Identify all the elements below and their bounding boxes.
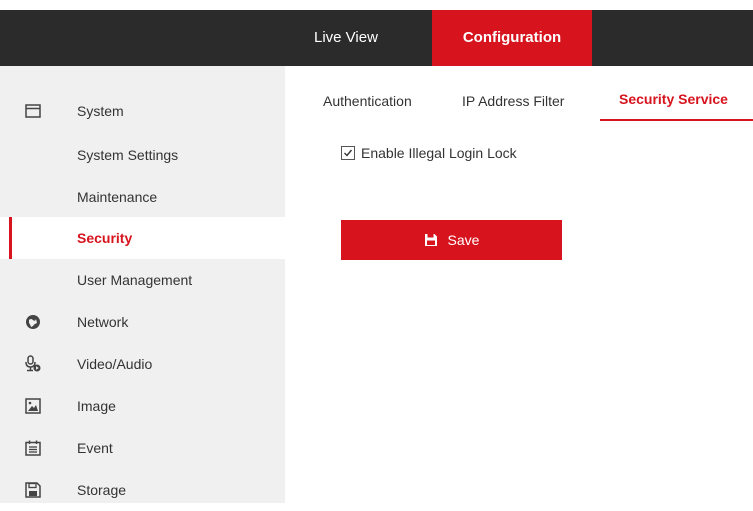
sidebar-item-maintenance[interactable]: Maintenance — [0, 176, 285, 218]
sidebar-item-storage[interactable]: Storage — [0, 469, 285, 511]
sidebar-item-label: User Management — [77, 272, 193, 288]
globe-icon — [25, 314, 41, 330]
sidebar-item-system[interactable]: System — [0, 90, 285, 132]
top-nav: Live View Configuration — [296, 10, 592, 66]
storage-icon — [25, 482, 41, 498]
save-icon — [424, 233, 438, 247]
system-icon — [25, 103, 41, 119]
calendar-icon — [25, 440, 41, 456]
save-button[interactable]: Save — [341, 220, 562, 260]
checkbox-label: Enable Illegal Login Lock — [361, 145, 517, 161]
checkmark-icon — [344, 149, 353, 157]
sidebar-item-label: Maintenance — [77, 189, 158, 205]
sidebar-item-label: Network — [77, 314, 129, 330]
save-label: Save — [447, 232, 480, 248]
sidebar-item-image[interactable]: Image — [0, 385, 285, 427]
sidebar-item-security[interactable]: Security — [0, 217, 285, 259]
nav-live-view[interactable]: Live View — [296, 10, 432, 66]
sidebar: System System Settings Maintenance Secur… — [0, 66, 285, 503]
sidebar-item-user-management[interactable]: User Management — [0, 259, 285, 301]
sidebar-item-label: Image — [77, 398, 116, 414]
sidebar-item-label: Storage — [77, 482, 127, 498]
tab-ip-address-filter[interactable]: IP Address Filter — [462, 80, 564, 120]
microphone-icon — [25, 355, 41, 372]
sidebar-item-event[interactable]: Event — [0, 427, 285, 469]
active-tab-indicator — [600, 119, 753, 121]
sidebar-item-label: System Settings — [77, 147, 179, 163]
sidebar-item-label: System — [77, 103, 124, 119]
nav-configuration[interactable]: Configuration — [432, 10, 592, 66]
sidebar-item-label: Video/Audio — [77, 356, 153, 372]
tab-authentication[interactable]: Authentication — [323, 80, 412, 120]
sidebar-item-video-audio[interactable]: Video/Audio — [0, 343, 285, 385]
top-navigation-bar: Live View Configuration — [0, 10, 753, 66]
tab-security-service[interactable]: Security Service — [619, 78, 728, 118]
illegal-login-lock-row: Enable Illegal Login Lock — [341, 143, 517, 163]
sidebar-item-label: Security — [77, 230, 133, 246]
sidebar-item-label: Event — [77, 440, 113, 456]
sidebar-item-network[interactable]: Network — [0, 301, 285, 343]
image-icon — [25, 398, 41, 414]
illegal-login-lock-checkbox[interactable] — [341, 146, 355, 160]
sidebar-item-system-settings[interactable]: System Settings — [0, 134, 285, 176]
